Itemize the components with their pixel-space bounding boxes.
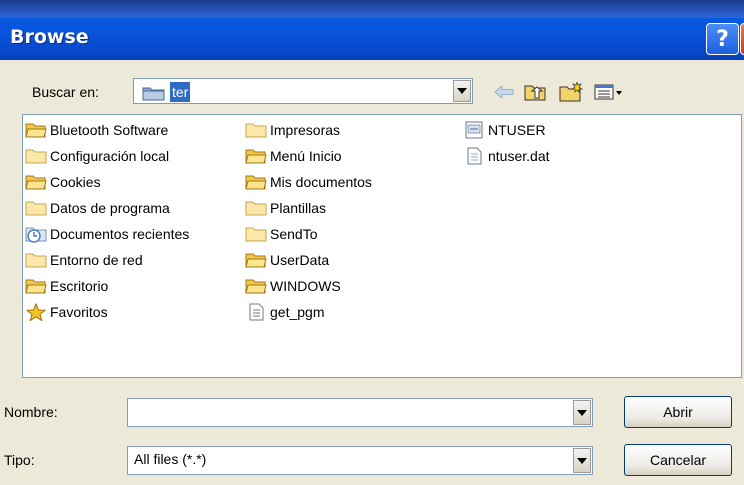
list-item[interactable]: Entorno de red (25, 249, 143, 271)
chevron-down-icon (457, 88, 467, 94)
chevron-down-icon (577, 409, 587, 416)
filetype-value: All files (*.*) (134, 451, 207, 467)
list-item-label: Entorno de red (50, 252, 143, 268)
list-item-label: Documentos recientes (50, 226, 190, 242)
list-item-label: Bluetooth Software (50, 122, 169, 138)
list-item-label: get_pgm (270, 304, 325, 320)
open-button[interactable]: Abrir (624, 396, 732, 428)
list-item[interactable]: Favoritos (25, 301, 108, 323)
filetype-select[interactable]: All files (*.*) (127, 446, 593, 475)
file-icon (467, 147, 482, 165)
list-item-label: Escritorio (50, 278, 109, 294)
list-item[interactable]: Menú Inicio (245, 145, 342, 167)
folder-icon (142, 87, 165, 101)
filetype-dropdown-arrow[interactable] (573, 448, 591, 473)
folder-open-icon (245, 253, 267, 268)
list-item[interactable]: get_pgm (245, 301, 324, 323)
back-arrow-icon (494, 85, 514, 99)
list-item[interactable]: SendTo (245, 223, 317, 245)
list-item-label: Mis documentos (270, 174, 372, 190)
up-folder-icon (524, 85, 546, 101)
help-button[interactable]: ? (706, 23, 739, 55)
list-item[interactable]: Cookies (25, 171, 101, 193)
list-item[interactable]: ntuser.dat (463, 145, 550, 167)
list-item-label: Plantillas (270, 200, 327, 216)
filename-label: Nombre: (4, 404, 58, 420)
filename-input[interactable] (127, 398, 593, 427)
cancel-button[interactable]: Cancelar (624, 444, 732, 476)
filename-dropdown-arrow[interactable] (573, 400, 591, 425)
file-icon (249, 303, 264, 321)
chevron-down-icon (577, 457, 587, 464)
list-item[interactable]: Escritorio (25, 275, 108, 297)
list-item-label: NTUSER (488, 122, 546, 138)
folder-icon (245, 227, 267, 242)
view-menu-button[interactable] (594, 81, 624, 103)
lookin-dropdown-arrow[interactable] (453, 80, 471, 102)
folder-icon (245, 201, 267, 216)
folder-open-icon (25, 175, 47, 190)
list-item[interactable]: WINDOWS (245, 275, 341, 297)
folder-icon (25, 149, 47, 164)
list-item-label: Favoritos (50, 304, 108, 320)
new-folder-icon (559, 82, 583, 102)
background-window-strip (0, 0, 744, 18)
title-bar[interactable]: Browse ? ✕ (0, 0, 744, 60)
list-item-label: Impresoras (270, 122, 341, 138)
list-item-label: ntuser.dat (488, 148, 550, 164)
list-item-label: Menú Inicio (270, 148, 342, 164)
list-item-label: Datos de programa (50, 200, 170, 216)
folder-open-icon (25, 123, 47, 138)
window-title: Browse (10, 26, 89, 48)
up-folder-button[interactable] (524, 81, 546, 103)
list-item-label: WINDOWS (270, 278, 341, 294)
list-item[interactable]: NTUSER (463, 119, 546, 141)
folder-open-icon (25, 279, 47, 294)
folder-open-icon (245, 149, 267, 164)
back-button[interactable] (494, 81, 514, 103)
folder-icon (25, 201, 47, 216)
list-item[interactable]: Impresoras (245, 119, 340, 141)
recent-documents-icon (25, 227, 47, 243)
lookin-label: Buscar en: (32, 84, 99, 100)
browse-dialog: Browse ? ✕ Buscar en: ter (0, 0, 744, 485)
list-item[interactable]: Datos de programa (25, 197, 170, 219)
list-item-label: Cookies (50, 174, 101, 190)
lookin-value: ter (170, 82, 191, 102)
view-menu-icon (594, 84, 622, 100)
new-folder-button[interactable] (559, 81, 583, 103)
list-item[interactable]: Configuración local (25, 145, 169, 167)
lookin-combobox[interactable]: ter (133, 78, 473, 104)
filetype-label: Tipo: (4, 452, 35, 468)
file-list[interactable]: Bluetooth Software Configuración local C… (22, 114, 742, 378)
folder-open-icon (245, 279, 267, 294)
list-item-label: UserData (270, 252, 330, 268)
list-item[interactable]: Bluetooth Software (25, 119, 168, 141)
favorites-star-icon (25, 303, 47, 321)
registry-file-icon (465, 121, 483, 139)
folder-icon (25, 253, 47, 268)
list-item-label: Configuración local (50, 148, 170, 164)
folder-open-icon (245, 175, 267, 190)
list-item[interactable]: Plantillas (245, 197, 326, 219)
folder-icon (245, 123, 267, 138)
list-item[interactable]: UserData (245, 249, 329, 271)
list-item[interactable]: Mis documentos (245, 171, 372, 193)
close-button[interactable]: ✕ (740, 23, 744, 55)
list-item-label: SendTo (270, 226, 318, 242)
list-item[interactable]: Documentos recientes (25, 223, 189, 245)
